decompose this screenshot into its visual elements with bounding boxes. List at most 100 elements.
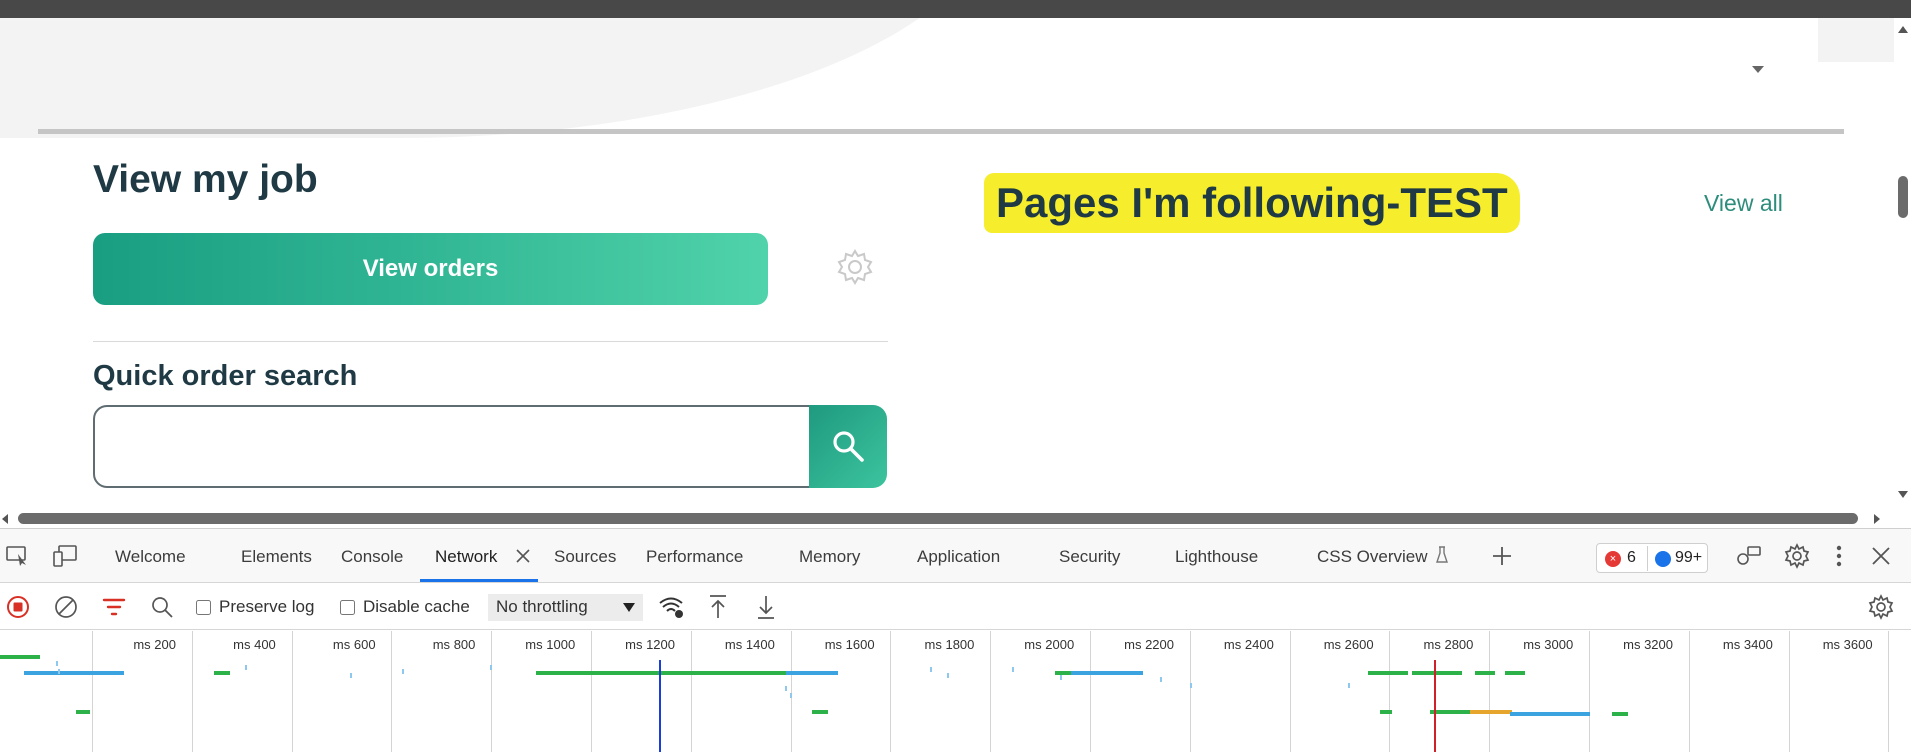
view-orders-button[interactable]: View orders: [93, 233, 768, 305]
tab-css-overview[interactable]: CSS Overview: [1317, 547, 1428, 567]
disable-cache-label: Disable cache: [363, 597, 470, 616]
tab-lighthouse[interactable]: Lighthouse: [1175, 547, 1258, 567]
timeline-grid-line: [990, 631, 992, 752]
hero-background: [0, 18, 1000, 138]
customize-icon[interactable]: [1736, 544, 1762, 573]
search-network-icon[interactable]: [150, 595, 174, 624]
timeline-grid-line: [1489, 631, 1491, 752]
timeline-grid-line: [1289, 631, 1291, 752]
request-bar: [1055, 671, 1071, 675]
horizontal-scrollbar[interactable]: [0, 510, 1894, 528]
message-icon: [1655, 551, 1671, 567]
timeline-marker-line: [659, 660, 661, 752]
wifi-gear-icon[interactable]: [658, 595, 686, 624]
tab-welcome[interactable]: Welcome: [115, 547, 186, 567]
badge-separator: [1647, 546, 1648, 571]
error-icon: ×: [1605, 551, 1621, 567]
vertical-scroll-thumb[interactable]: [1898, 176, 1908, 218]
tab-elements[interactable]: Elements: [241, 547, 312, 567]
device-toolbar-icon[interactable]: [52, 544, 78, 573]
close-tab-icon[interactable]: [515, 548, 531, 569]
request-tick: [947, 673, 949, 678]
chevron-down-icon[interactable]: [1752, 66, 1764, 73]
scroll-left-arrow-icon[interactable]: [2, 514, 8, 524]
request-bar: [1505, 671, 1525, 675]
close-devtools-icon[interactable]: [1871, 546, 1891, 571]
preserve-log-input[interactable]: [196, 599, 211, 615]
network-settings-gear-icon[interactable]: [1868, 594, 1894, 625]
request-bar: [1470, 710, 1512, 714]
tab-console[interactable]: Console: [341, 547, 403, 567]
request-bar: [1368, 671, 1408, 675]
tab-performance[interactable]: Performance: [646, 547, 743, 567]
order-search-input[interactable]: [93, 405, 811, 488]
request-tick: [785, 686, 787, 691]
request-tick: [402, 669, 404, 674]
request-tick: [56, 661, 58, 666]
scroll-right-arrow-icon[interactable]: [1874, 514, 1880, 524]
network-overview-timeline[interactable]: 200 ms 400 ms 600 ms 800 ms 1000 ms 1200 ms 14…: [0, 631, 1911, 752]
issues-badge[interactable]: × 6 99+: [1596, 543, 1708, 573]
inspect-icon[interactable]: [6, 545, 30, 572]
request-tick: [930, 667, 932, 672]
throttling-value: No throttling: [496, 597, 588, 616]
timeline-grid-line: [690, 631, 692, 752]
upload-icon[interactable]: [708, 594, 728, 625]
disable-cache-checkbox[interactable]: Disable cache: [340, 597, 470, 617]
timeline-grid-line: [1090, 631, 1091, 752]
error-count: 6: [1627, 549, 1636, 566]
request-tick: [1348, 683, 1350, 688]
request-bar: [786, 671, 838, 675]
timeline-grid-line: [591, 631, 592, 752]
tab-security[interactable]: Security: [1059, 547, 1120, 567]
tab-application[interactable]: Application: [917, 547, 1000, 567]
request-tick: [350, 673, 352, 678]
chevron-down-icon: [623, 603, 635, 612]
timeline-grid-line: [491, 631, 493, 752]
request-bar: [0, 655, 40, 659]
throttling-select[interactable]: No throttling: [488, 594, 643, 621]
request-bar: [1071, 671, 1143, 675]
view-all-link[interactable]: View all: [1704, 190, 1783, 217]
download-icon[interactable]: [756, 594, 776, 625]
request-tick: [1060, 675, 1062, 680]
settings-gear-icon[interactable]: [1784, 543, 1810, 574]
active-tab-underline: [420, 579, 538, 582]
request-tick: [245, 665, 247, 670]
vertical-scrollbar[interactable]: [1894, 18, 1911, 513]
flask-icon: [1436, 546, 1448, 569]
scroll-down-arrow-icon[interactable]: [1898, 491, 1908, 498]
timeline-grid-line: [790, 631, 792, 752]
preserve-log-checkbox[interactable]: Preserve log: [196, 597, 314, 617]
timeline-grid-line: [92, 631, 93, 752]
tab-sources[interactable]: Sources: [554, 547, 616, 567]
request-bar: [536, 671, 786, 675]
gear-icon[interactable]: [836, 248, 874, 286]
timeline-grid-line: [1888, 631, 1890, 752]
timeline-grid-line: [191, 631, 193, 752]
view-my-job-heading: View my job: [93, 158, 318, 201]
preserve-log-label: Preserve log: [219, 597, 315, 616]
request-tick: [490, 665, 492, 670]
search-button[interactable]: [809, 405, 887, 488]
hero-panel: [988, 18, 1818, 128]
network-toolbar: Preserve log Disable cache No throttling: [0, 584, 1911, 630]
search-icon: [833, 431, 864, 462]
clear-icon[interactable]: [54, 595, 78, 624]
timeline-grid-line: [1788, 631, 1790, 752]
filter-icon[interactable]: [102, 596, 126, 623]
section-rule: [38, 129, 1844, 134]
record-icon[interactable]: [6, 595, 30, 624]
plus-icon[interactable]: [1491, 545, 1513, 572]
tab-memory[interactable]: Memory: [799, 547, 860, 567]
more-icon[interactable]: [1835, 544, 1843, 573]
request-tick: [1160, 677, 1162, 682]
horizontal-scroll-thumb[interactable]: [18, 513, 1858, 524]
request-tick: [58, 669, 60, 674]
tab-network[interactable]: Network: [435, 547, 497, 567]
devtools-panel: Welcome Elements Console Network Sources…: [0, 528, 1911, 752]
disable-cache-input[interactable]: [340, 599, 355, 615]
scroll-up-arrow-icon[interactable]: [1898, 26, 1908, 33]
request-tick: [1190, 683, 1192, 688]
request-bar: [1412, 671, 1462, 675]
